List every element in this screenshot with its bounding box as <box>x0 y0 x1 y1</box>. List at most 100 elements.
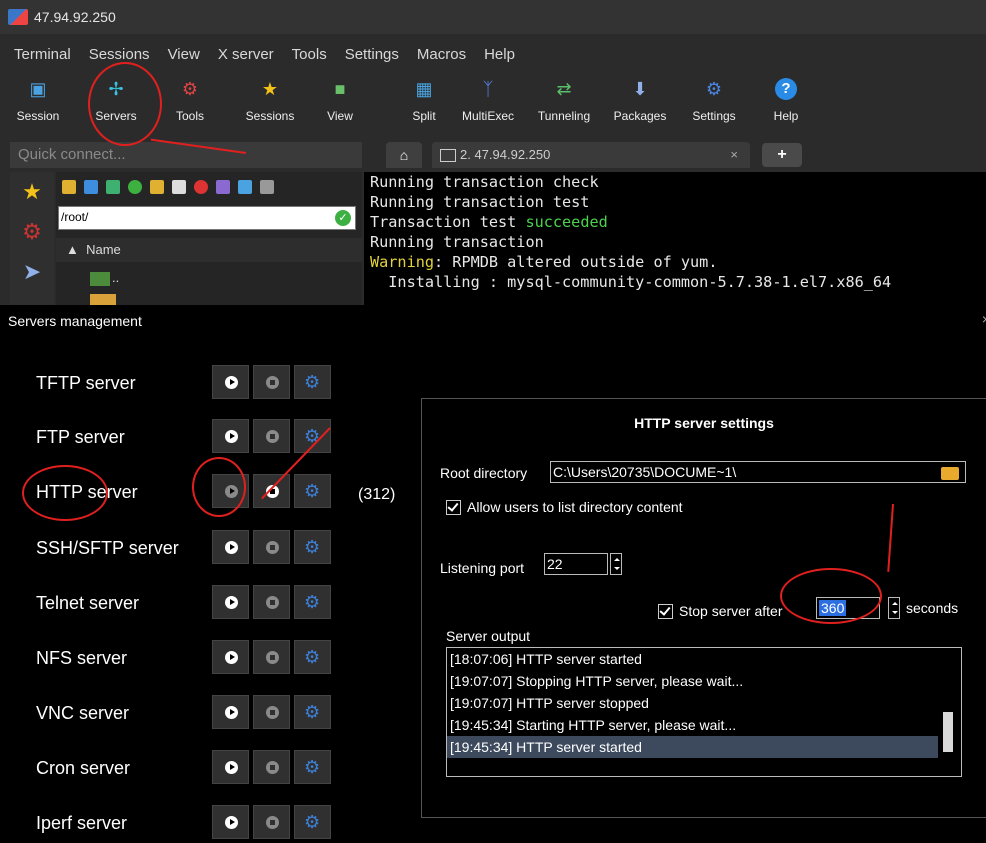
cron-server-start-button[interactable] <box>212 750 249 784</box>
quick-connect-input[interactable]: Quick connect... <box>10 142 362 168</box>
dialog-close-button[interactable]: × <box>982 311 986 327</box>
terminal-icon <box>440 149 456 163</box>
tftp-server-settings-button[interactable]: ⚙ <box>294 365 331 399</box>
toolbar-session-button[interactable]: ▣ Session <box>8 72 68 123</box>
up-folder-icon[interactable] <box>62 180 76 194</box>
iperf-server-stop-button[interactable] <box>253 805 290 839</box>
delete-icon[interactable] <box>194 180 208 194</box>
annotation-circle-start <box>192 457 246 517</box>
http-server-pid: (312) <box>358 486 396 503</box>
iperf-server-start-button[interactable] <box>212 805 249 839</box>
tftp-server-stop-button[interactable] <box>253 365 290 399</box>
toggle-hidden-icon[interactable] <box>238 180 252 194</box>
server-controls: ⚙ <box>212 419 331 453</box>
checkbox-icon <box>658 603 673 619</box>
download-icon[interactable] <box>84 180 98 194</box>
name-column-header[interactable]: ▲ Name <box>56 238 362 262</box>
play-icon <box>225 596 238 609</box>
root-directory-input[interactable]: C:\Users\20735\DOCUME~1\ <box>550 461 966 483</box>
vnc-server-settings-button[interactable]: ⚙ <box>294 695 331 729</box>
path-input[interactable]: /root/ ✓ <box>58 206 356 230</box>
listening-port-input[interactable]: 22 <box>544 553 608 575</box>
ftp-server-start-button[interactable] <box>212 419 249 453</box>
cron-server-label: Cron server <box>36 758 131 778</box>
vnc-server-start-button[interactable] <box>212 695 249 729</box>
tools-side-icon[interactable]: ⚙ <box>10 212 54 252</box>
toolbar-settings-button[interactable]: ⚙ Settings <box>684 72 744 123</box>
sessions-star-icon[interactable]: ★ <box>10 172 54 212</box>
scrollbar-thumb[interactable] <box>943 712 953 752</box>
ftp-server-stop-button[interactable] <box>253 419 290 453</box>
stop-after-checkbox[interactable]: Stop server after <box>658 603 783 620</box>
output-line[interactable]: [18:07:06] HTTP server started <box>447 648 961 670</box>
port-spinner[interactable] <box>610 553 622 575</box>
home-tab[interactable]: ⌂ <box>386 142 422 168</box>
menu-settings[interactable]: Settings <box>345 46 399 68</box>
http-server-stop-button[interactable] <box>253 474 290 508</box>
nfs-server-start-button[interactable] <box>212 640 249 674</box>
toolbar-split-button[interactable]: ▦ Split <box>394 72 454 123</box>
vnc-server-stop-button[interactable] <box>253 695 290 729</box>
telnet-server-settings-button[interactable]: ⚙ <box>294 585 331 619</box>
ssh-sftp-server-settings-button[interactable]: ⚙ <box>294 530 331 564</box>
output-lines: [18:07:06] HTTP server started [19:07:07]… <box>447 648 961 758</box>
server-output-list[interactable]: [18:07:06] HTTP server started [19:07:07]… <box>446 647 962 777</box>
cron-server-settings-button[interactable]: ⚙ <box>294 750 331 784</box>
output-line[interactable]: [19:45:34] Starting HTTP server, please … <box>447 714 961 736</box>
menu-tools[interactable]: Tools <box>292 46 327 68</box>
browse-folder-icon[interactable] <box>941 467 959 480</box>
root-directory-label: Root directory <box>440 465 528 481</box>
new-folder-icon[interactable] <box>150 180 164 194</box>
refresh-icon[interactable] <box>128 180 142 194</box>
terminal-line: Transaction test succeeded <box>364 212 986 232</box>
new-tab-button[interactable]: + <box>762 143 802 167</box>
follow-terminal-icon[interactable] <box>260 180 274 194</box>
menu-terminal[interactable]: Terminal <box>14 46 71 68</box>
tab-session[interactable]: 2. 47.94.92.250 × <box>432 142 750 168</box>
sftp-send-icon[interactable]: ➤ <box>10 252 54 292</box>
terminal-output[interactable]: Running transaction check Running transac… <box>364 172 986 305</box>
toolbar-help-button[interactable]: ? Help <box>756 72 816 123</box>
folder-icon[interactable] <box>90 294 116 305</box>
toolbar-tunneling-button[interactable]: ⇄ Tunneling <box>534 72 594 123</box>
cron-server-stop-button[interactable] <box>253 750 290 784</box>
output-line[interactable]: [19:45:34] HTTP server started <box>447 736 938 758</box>
ftp-server-settings-button[interactable]: ⚙ <box>294 419 331 453</box>
server-row: Cron server ⚙ <box>36 748 336 788</box>
checkmark-icon[interactable]: ✓ <box>335 210 351 226</box>
toolbar-multiexec-button[interactable]: ᛉ MultiExec <box>458 72 518 123</box>
menu-view[interactable]: View <box>168 46 200 68</box>
telnet-server-start-button[interactable] <box>212 585 249 619</box>
allow-list-checkbox[interactable]: Allow users to list directory content <box>446 499 683 516</box>
gear-icon: ⚙ <box>304 426 321 446</box>
vnc-server-label: VNC server <box>36 703 130 723</box>
menu-x-server[interactable]: X server <box>218 46 274 68</box>
rename-icon[interactable] <box>216 180 230 194</box>
menu-macros[interactable]: Macros <box>417 46 466 68</box>
ssh-sftp-server-start-button[interactable] <box>212 530 249 564</box>
nfs-server-settings-button[interactable]: ⚙ <box>294 640 331 674</box>
telnet-server-stop-button[interactable] <box>253 585 290 619</box>
root-directory-value: C:\Users\20735\DOCUME~1\ <box>553 464 737 480</box>
output-line[interactable]: [19:07:07] HTTP server stopped <box>447 692 961 714</box>
play-icon <box>225 706 238 719</box>
toolbar-view-button[interactable]: ■ View <box>310 72 370 123</box>
new-file-icon[interactable] <box>172 180 186 194</box>
ssh-sftp-server-stop-button[interactable] <box>253 530 290 564</box>
toolbar-label: Tools <box>175 109 204 123</box>
server-row: Iperf server ⚙ <box>36 803 336 843</box>
tftp-server-start-button[interactable] <box>212 365 249 399</box>
toolbar-tools-button[interactable]: ⚙ Tools <box>160 72 220 123</box>
menu-help[interactable]: Help <box>484 46 515 68</box>
stop-after-spinner[interactable] <box>888 597 900 619</box>
iperf-server-settings-button[interactable]: ⚙ <box>294 805 331 839</box>
stop-icon <box>266 706 279 719</box>
tab-close-button[interactable]: × <box>730 142 738 168</box>
parent-dir-row[interactable]: .. <box>90 270 119 286</box>
toolbar-sessions-button[interactable]: ★ Sessions <box>240 72 300 123</box>
nfs-server-stop-button[interactable] <box>253 640 290 674</box>
upload-icon[interactable] <box>106 180 120 194</box>
output-line[interactable]: [19:07:07] Stopping HTTP server, please … <box>447 670 961 692</box>
http-server-settings-button[interactable]: ⚙ <box>294 474 331 508</box>
toolbar-packages-button[interactable]: ⬇ Packages <box>610 72 670 123</box>
